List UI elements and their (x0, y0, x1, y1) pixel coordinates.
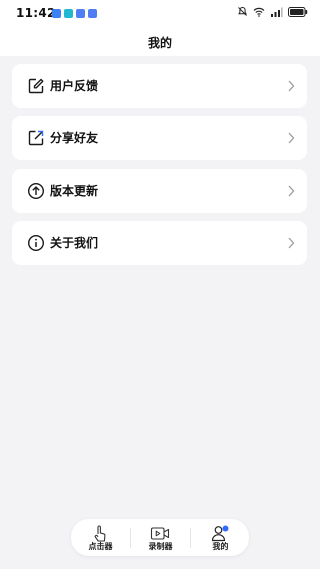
chevron-right-icon (287, 236, 295, 250)
tab-label: 我的 (212, 542, 229, 551)
cellular-signal-icon (270, 7, 283, 17)
bottom-tab-bar: 点击器 录制器 我的 (71, 519, 249, 556)
tab-label: 点击器 (88, 542, 113, 551)
battery-icon (288, 6, 308, 17)
info-icon (27, 234, 45, 252)
chevron-right-icon (287, 79, 295, 93)
notification-icons (52, 9, 97, 18)
notification-app-icon (76, 9, 85, 18)
tab-label: 录制器 (148, 542, 173, 551)
page-title: 我的 (147, 36, 172, 50)
chevron-right-icon (287, 184, 295, 198)
mute-icon (237, 6, 248, 17)
tap-hand-icon (90, 524, 110, 542)
menu-item-label: 关于我们 (50, 236, 99, 250)
system-icons (237, 6, 308, 17)
status-bar: 11:42 (0, 0, 320, 28)
tab-recorder[interactable]: 录制器 (131, 519, 190, 556)
status-time: 11:42 (16, 6, 56, 20)
menu-item-share[interactable]: 分享好友 (12, 116, 307, 160)
profile-icon (210, 524, 230, 542)
menu-item-label: 分享好友 (50, 131, 99, 145)
notification-app-icon (64, 9, 73, 18)
wifi-icon (253, 7, 265, 17)
chevron-right-icon (287, 131, 295, 145)
menu-item-label: 用户反馈 (50, 79, 99, 93)
update-arrow-icon (27, 182, 45, 200)
menu-item-feedback[interactable]: 用户反馈 (12, 64, 307, 108)
video-record-icon (150, 524, 170, 542)
menu-item-label: 版本更新 (50, 184, 99, 198)
menu-item-update[interactable]: 版本更新 (12, 169, 307, 213)
tab-clicker[interactable]: 点击器 (71, 519, 130, 556)
notification-app-icon (88, 9, 97, 18)
menu-item-about[interactable]: 关于我们 (12, 221, 307, 265)
tab-mine[interactable]: 我的 (191, 519, 250, 556)
share-icon (27, 129, 45, 147)
edit-icon (27, 77, 45, 95)
header: 我的 (0, 28, 320, 56)
notification-app-icon (52, 9, 61, 18)
